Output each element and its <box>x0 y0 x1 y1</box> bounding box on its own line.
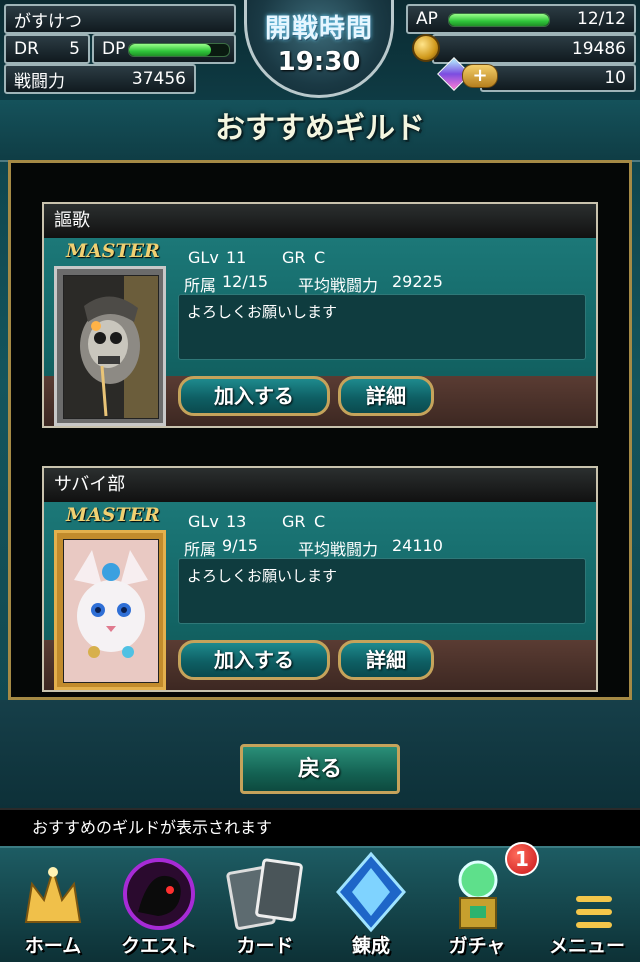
join-guild-button[interactable]: 加入する <box>178 376 330 416</box>
ap-gauge-fill <box>449 14 549 26</box>
guild-detail-button[interactable]: 詳細 <box>338 376 434 416</box>
guild-card: サバイ部 MASTER GLv 13 GR C 所属 9/15 平均戦闘力 24… <box>42 466 598 692</box>
avg-power-value: 24110 <box>392 536 443 555</box>
white-cat-portrait <box>63 539 159 683</box>
status-message: おすすめのギルドが表示されます <box>0 808 640 846</box>
dr-box: DR 5 <box>4 34 90 64</box>
ap-value: 12/12 <box>577 9 626 29</box>
gem-value: 10 <box>604 68 626 88</box>
dp-label: DP <box>102 39 126 59</box>
gr-value: C <box>314 512 326 531</box>
ap-label: AP <box>416 9 438 29</box>
page-title: おすすめギルド <box>215 111 425 146</box>
dr-label: DR <box>14 39 39 59</box>
forge-icon <box>336 851 406 933</box>
gacha-icon <box>458 860 498 929</box>
nav-menu[interactable]: メニュー <box>534 848 640 962</box>
dp-gauge-fill <box>129 44 211 56</box>
battle-timer-time: 19:30 <box>277 47 361 77</box>
guild-message: よろしくお願いします <box>178 294 586 360</box>
avg-power-value: 29225 <box>392 272 443 291</box>
power-label: 戦闘力 <box>14 71 65 92</box>
glv-label: GLv <box>188 512 219 531</box>
skull-knight-portrait <box>63 275 159 419</box>
guild-name: サバイ部 <box>44 468 596 503</box>
master-label: MASTER <box>66 504 160 526</box>
glv-label: GLv <box>188 248 219 267</box>
nav-gacha-label: ガチャ <box>448 935 506 957</box>
quest-icon <box>123 858 195 930</box>
nav-menu-label: メニュー <box>548 935 625 957</box>
guild-message: よろしくお願いします <box>178 558 586 624</box>
guild-name: 謳歌 <box>44 204 596 239</box>
home-icon <box>24 866 82 923</box>
power-box: 戦闘力 37456 <box>4 64 196 94</box>
members-value: 12/15 <box>222 272 269 291</box>
player-name: がすけつ <box>14 11 82 32</box>
nav-quest[interactable]: クエスト <box>106 848 212 962</box>
dp-gauge <box>128 43 230 57</box>
nav-home[interactable]: ホーム <box>0 848 106 962</box>
members-value: 9/15 <box>222 536 258 555</box>
glv-value: 11 <box>226 248 247 267</box>
avg-power-label: 平均戦闘力 <box>298 540 379 559</box>
guild-master-avatar <box>54 530 166 690</box>
coin-value: 19486 <box>571 39 626 59</box>
bottom-nav: ホーム クエスト カード 錬成 ガチャ メニュー <box>0 846 640 962</box>
battle-timer-title: 開戦時間 <box>264 14 373 44</box>
dp-box: DP <box>92 34 236 64</box>
avg-power-label: 平均戦闘力 <box>298 276 379 295</box>
nav-card[interactable]: カード <box>212 848 318 962</box>
ap-gauge <box>448 13 550 27</box>
gr-value: C <box>314 248 326 267</box>
back-button[interactable]: 戻る <box>240 744 400 794</box>
card-icon <box>226 858 303 930</box>
nav-forge[interactable]: 錬成 <box>318 848 424 962</box>
nav-forge-label: 錬成 <box>351 935 390 957</box>
nav-home-label: ホーム <box>24 935 82 957</box>
add-gem-button[interactable]: + <box>462 64 498 88</box>
gr-label: GR <box>282 512 306 531</box>
dr-value: 5 <box>69 39 80 59</box>
join-guild-button[interactable]: 加入する <box>178 640 330 680</box>
glv-value: 13 <box>226 512 247 531</box>
master-label: MASTER <box>66 240 160 262</box>
coin-icon <box>412 34 440 62</box>
guild-card: 謳歌 MASTER GLv 11 GR C 所属 12/15 平均戦闘力 292… <box>42 202 598 428</box>
nav-card-label: カード <box>236 935 294 957</box>
gr-label: GR <box>282 248 306 267</box>
guild-detail-button[interactable]: 詳細 <box>338 640 434 680</box>
nav-quest-label: クエスト <box>120 935 197 957</box>
gacha-notification-badge: 1 <box>505 842 539 876</box>
ap-box: AP 12/12 <box>406 4 636 34</box>
player-name-box: がすけつ <box>4 4 236 34</box>
coin-box: 19486 <box>432 34 636 64</box>
members-label: 所属 <box>184 540 217 559</box>
members-label: 所属 <box>184 276 217 295</box>
guild-master-avatar <box>54 266 166 426</box>
power-value: 37456 <box>131 69 186 89</box>
menu-icon <box>576 896 612 928</box>
gem-box: 10 <box>480 64 636 92</box>
